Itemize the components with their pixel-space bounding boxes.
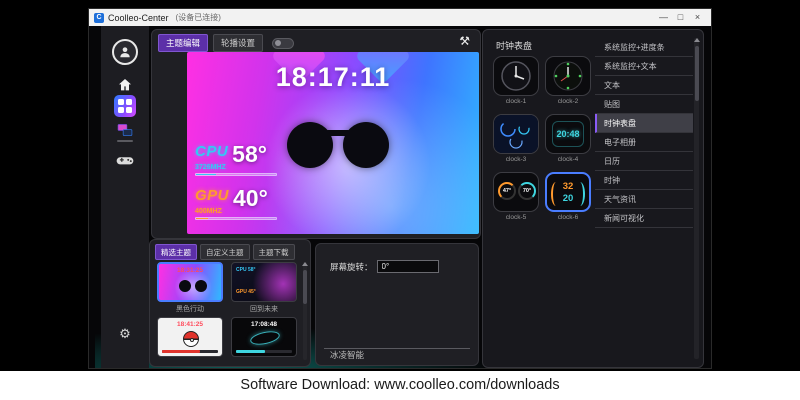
rotation-input[interactable] — [377, 260, 439, 273]
clock-thumb-1[interactable] — [493, 56, 539, 96]
theme-thumb-time: 17:08:48 — [232, 321, 296, 328]
swirl-decoration — [249, 329, 281, 347]
settings-gear-icon[interactable]: ⚙ — [113, 322, 137, 346]
menu-item-news-visual[interactable]: 新闻可视化 — [595, 209, 693, 228]
minimize-button[interactable]: — — [655, 10, 672, 25]
thumb-gpu-readout: GPU 45° — [236, 289, 256, 295]
connection-status: (设备已连接) — [176, 12, 221, 23]
gpu-temp: 40° — [233, 188, 268, 209]
menu-item-clock-faces[interactable]: 时钟表盘 — [595, 114, 693, 133]
theme-thumb-label: 回到未来 — [231, 304, 297, 314]
theme-preview[interactable]: 18:17:11 CPU 58° 3726MHZ GPU 40° — [187, 52, 479, 234]
sunglasses-right — [343, 122, 389, 168]
window-title: Coolleo-Center — [108, 13, 169, 23]
scroll-up-icon[interactable] — [694, 38, 700, 42]
tab-featured-themes[interactable]: 精选主题 — [155, 244, 197, 260]
cpu-load-fill — [196, 174, 216, 175]
clock-thumb-4[interactable]: 20:48 — [545, 114, 591, 154]
sidebar: ⚙ — [101, 26, 149, 368]
themes-scrollbar[interactable] — [303, 262, 307, 360]
pokeball-icon — [183, 331, 199, 347]
theme-thumb-time: 18:41:25 — [158, 321, 222, 328]
app-window: C Coolleo-Center (设备已连接) — □ × — [88, 8, 712, 369]
rotation-label: 屏幕旋转： — [330, 261, 373, 273]
tab-custom-themes[interactable]: 自定义主题 — [200, 244, 250, 260]
clock-duo-top: 32 — [547, 181, 589, 193]
brand-label: 冰凌智能 — [330, 349, 364, 361]
mini-sunglasses-left — [179, 280, 191, 292]
user-avatar-icon[interactable] — [112, 39, 138, 65]
menu-item-sysmon-text[interactable]: 系统监控+文本 — [595, 57, 693, 76]
gauge-left: 47° — [498, 182, 516, 200]
clock-thumb-5[interactable]: 47° 70° — [493, 172, 539, 212]
tab-carousel-settings[interactable]: 轮播设置 — [213, 34, 263, 52]
theme-thumb-time: 18:31:25 — [159, 267, 221, 274]
tab-theme-edit[interactable]: 主题编辑 — [158, 34, 208, 52]
gpu-load-fill — [196, 218, 208, 219]
menu-item-weather-info[interactable]: 天气资讯 — [595, 190, 693, 209]
titlebar[interactable]: C Coolleo-Center (设备已连接) — □ × — [89, 9, 711, 26]
maximize-button[interactable]: □ — [672, 10, 689, 25]
preview-clock-time: 18:17:11 — [187, 62, 479, 93]
cpu-label: CPU — [195, 144, 228, 159]
menu-item-text[interactable]: 文本 — [595, 76, 693, 95]
clock-thumb-6[interactable]: 32 20 — [545, 172, 591, 212]
scroll-up-icon[interactable] — [302, 262, 308, 266]
mini-sunglasses-right — [195, 280, 207, 292]
thumb-cpu-readout: CPU 58° — [236, 267, 256, 273]
theme-thumb-label: 黑色行动 — [157, 304, 223, 314]
clock-panel-title: 时钟表盘 — [496, 39, 532, 52]
gpu-load-bar — [195, 217, 277, 220]
gpu-label: GPU — [195, 188, 229, 203]
theme-thumb-cat[interactable]: 18:31:25 — [157, 262, 223, 302]
app-logo-icon: C — [94, 13, 104, 23]
clock-duo-bottom: 20 — [547, 193, 589, 205]
theme-thumb-pokeball[interactable]: 18:41:25 — [157, 317, 223, 357]
cpu-load-bar — [195, 173, 277, 176]
gauge-right: 70° — [518, 182, 536, 200]
themes-list-panel: 精选主题 自定义主题 主题下载 18:31:25 CPU 58° GPU 45°… — [149, 239, 311, 367]
stage: C Coolleo-Center (设备已连接) — □ × — [0, 0, 800, 400]
clock-thumb-2[interactable] — [545, 56, 591, 96]
tab-theme-download[interactable]: 主题下载 — [253, 244, 295, 260]
clock-label: clock-6 — [545, 214, 591, 221]
widget-category-menu: 系统监控+进度条 系统监控+文本 文本 贴图 时钟表盘 电子相册 日历 时钟 天… — [595, 38, 693, 228]
clock-label: clock-2 — [545, 98, 591, 105]
sunglasses-left — [287, 122, 333, 168]
clock-label: clock-1 — [493, 98, 539, 105]
clock-label: clock-4 — [545, 156, 591, 163]
themes-grid-icon[interactable] — [113, 94, 137, 118]
clock-label: clock-5 — [493, 214, 539, 221]
gpu-overlay: GPU 40° 400MHZ — [195, 188, 291, 220]
carousel-toggle[interactable] — [272, 38, 294, 49]
screen-settings-panel: 屏幕旋转： 冰凌智能 — [315, 243, 479, 366]
theme-editor-panel: 主题编辑 轮播设置 ⚒ 18:17:11 CPU 58° — [151, 29, 481, 239]
menu-item-photo-album[interactable]: 电子相册 — [595, 133, 693, 152]
sunglasses-bridge — [325, 130, 351, 136]
theme-thumb-cyber[interactable]: CPU 58° GPU 45° — [231, 262, 297, 302]
menu-item-calendar[interactable]: 日历 — [595, 152, 693, 171]
clock-digital-time: 20:48 — [546, 129, 590, 139]
thumb-progress-bar — [162, 350, 218, 353]
clock-faces-panel: 时钟表盘 — [482, 29, 704, 368]
tools-icon[interactable]: ⚒ — [459, 34, 470, 48]
thumb-progress-bar — [236, 350, 292, 353]
caption-text: Software Download: www.coolleo.com/downl… — [0, 371, 800, 400]
menu-item-sticker[interactable]: 贴图 — [595, 95, 693, 114]
sidebar-divider — [113, 139, 137, 143]
menu-item-clock[interactable]: 时钟 — [595, 171, 693, 190]
gamepad-icon[interactable] — [113, 148, 137, 172]
cpu-overlay: CPU 58° 3726MHZ — [195, 144, 291, 176]
theme-thumb-swirl[interactable]: 17:08:48 — [231, 317, 297, 357]
clock-thumb-3[interactable] — [493, 114, 539, 154]
menu-scrollbar[interactable] — [694, 38, 699, 359]
close-button[interactable]: × — [689, 10, 706, 25]
window-body: ⚙ 主题编辑 轮播设置 ⚒ 18:17:11 — [89, 26, 711, 368]
cpu-temp: 58° — [232, 144, 267, 165]
clock-label: clock-3 — [493, 156, 539, 163]
menu-item-sysmon-progress[interactable]: 系统监控+进度条 — [595, 38, 693, 57]
